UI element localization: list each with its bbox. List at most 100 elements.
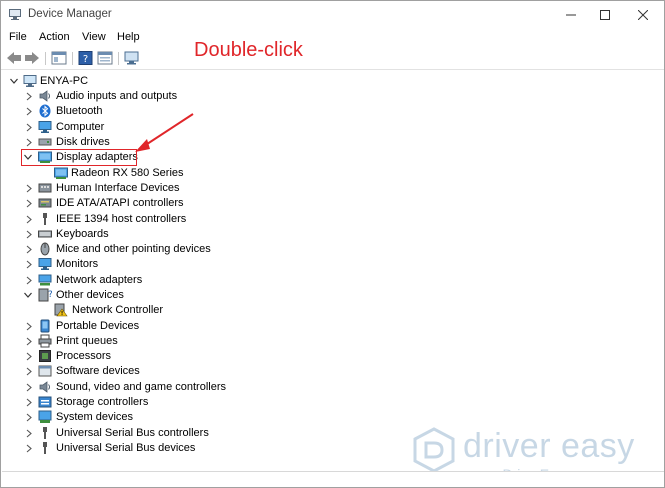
category-network-adapters[interactable]: Network adapters [1, 273, 301, 288]
category-label: Other devices [56, 289, 124, 301]
chevron-right-icon[interactable] [24, 257, 34, 272]
chevron-right-icon[interactable] [24, 319, 34, 334]
category-label: System devices [56, 411, 134, 423]
chevron-right-icon[interactable] [24, 242, 34, 257]
chevron-right-icon[interactable] [24, 135, 34, 150]
menu-help[interactable]: Help [117, 31, 140, 43]
processor-icon [39, 350, 51, 362]
scan-hardware-icon[interactable] [124, 51, 140, 65]
driver-easy-logo-icon [413, 427, 455, 473]
menu-action[interactable]: Action [39, 31, 70, 43]
menu-view[interactable]: View [82, 31, 106, 43]
category-label: Storage controllers [56, 396, 149, 408]
category-label: Portable Devices [56, 320, 140, 332]
device-network-controller[interactable]: Network Controller [1, 303, 301, 318]
chevron-right-icon[interactable] [24, 273, 34, 288]
status-bar [2, 471, 664, 487]
chevron-right-icon[interactable] [24, 410, 34, 425]
category-ide-ata-atapi-controllers[interactable]: IDE ATA/ATAPI controllers [1, 196, 301, 211]
forward-arrow-icon[interactable] [24, 51, 40, 65]
software-device-icon [38, 365, 52, 377]
chevron-right-icon[interactable] [24, 426, 34, 441]
close-icon [638, 10, 648, 20]
minimize-icon [566, 14, 576, 16]
category-universal-serial-bus-devices[interactable]: Universal Serial Bus devices [1, 441, 301, 456]
minimize-button[interactable] [554, 1, 588, 29]
chevron-right-icon[interactable] [24, 441, 34, 456]
menu-file[interactable]: File [9, 31, 27, 43]
chevron-right-icon[interactable] [24, 227, 34, 242]
category-label: Keyboards [56, 228, 109, 240]
chevron-right-icon[interactable] [24, 380, 34, 395]
chevron-down-icon[interactable] [23, 288, 33, 303]
category-sound-video-and-game-controllers[interactable]: Sound, video and game controllers [1, 380, 301, 395]
close-button[interactable] [626, 1, 660, 29]
help-icon[interactable]: ? [78, 51, 94, 65]
back-arrow-icon[interactable] [6, 51, 22, 65]
maximize-button[interactable] [588, 1, 622, 29]
display-adapter-icon [54, 167, 68, 179]
maximize-icon [600, 10, 610, 20]
category-label: Software devices [56, 365, 140, 377]
device-radeon-rx-580-series[interactable]: Radeon RX 580 Series [1, 166, 301, 181]
chevron-right-icon[interactable] [24, 212, 34, 227]
category-system-devices[interactable]: System devices [1, 410, 301, 425]
category-monitors[interactable]: Monitors [1, 257, 301, 272]
properties-icon[interactable] [97, 51, 113, 65]
device-tree: ENYA-PC Audio inputs and outputs Bluetoo… [1, 71, 664, 471]
annotation-text: Double-click [194, 39, 303, 61]
chevron-right-icon[interactable] [24, 196, 34, 211]
category-label: Network adapters [56, 274, 143, 286]
mouse-icon [40, 242, 50, 256]
menu-bar: File Action View Help [1, 29, 664, 47]
tree-root[interactable]: ENYA-PC [1, 74, 301, 89]
chevron-down-icon[interactable] [9, 74, 19, 89]
category-mice-and-other-pointing-devices[interactable]: Mice and other pointing devices [1, 242, 301, 257]
category-software-devices[interactable]: Software devices [1, 364, 301, 379]
toolbar-separator [45, 52, 46, 65]
toolbar: ? [1, 48, 664, 70]
chevron-right-icon[interactable] [24, 349, 34, 364]
category-label: Print queues [56, 335, 118, 347]
printer-icon [38, 334, 52, 348]
category-audio-inputs-and-outputs[interactable]: Audio inputs and outputs [1, 89, 301, 104]
category-portable-devices[interactable]: Portable Devices [1, 319, 301, 334]
monitor-icon [38, 121, 52, 133]
storage-controller-icon [38, 396, 52, 408]
category-other-devices[interactable]: ? Other devices [1, 288, 301, 303]
category-keyboards[interactable]: Keyboards [1, 227, 301, 242]
chevron-right-icon[interactable] [24, 395, 34, 410]
category-universal-serial-bus-controllers[interactable]: Universal Serial Bus controllers [1, 426, 301, 441]
console-tree-icon[interactable] [51, 51, 67, 65]
speaker-icon [39, 381, 50, 393]
warning-device-icon [54, 303, 68, 317]
category-label: Computer [56, 121, 105, 133]
highlight-box [21, 149, 137, 166]
window-title: Device Manager [28, 8, 112, 20]
speaker-icon [39, 90, 50, 102]
svg-text:?: ? [83, 54, 88, 65]
category-processors[interactable]: Processors [1, 349, 301, 364]
chevron-right-icon[interactable] [24, 120, 34, 135]
category-storage-controllers[interactable]: Storage controllers [1, 395, 301, 410]
device-manager-window: Device Manager File Action View Help ? E… [0, 0, 665, 488]
computer-name: ENYA-PC [40, 75, 89, 87]
chevron-right-icon[interactable] [24, 89, 34, 104]
category-human-interface-devices[interactable]: Human Interface Devices [1, 181, 301, 196]
chevron-right-icon[interactable] [24, 334, 34, 349]
category-label: Monitors [56, 258, 99, 270]
chevron-right-icon[interactable] [24, 364, 34, 379]
category-label: Human Interface Devices [56, 182, 180, 194]
chevron-right-icon[interactable] [24, 104, 34, 119]
device-label: Network Controller [72, 304, 164, 316]
category-print-queues[interactable]: Print queues [1, 334, 301, 349]
title-bar[interactable]: Device Manager [1, 1, 664, 29]
annotation-arrow [135, 113, 194, 152]
device-manager-icon [9, 9, 21, 20]
system-device-icon [38, 410, 52, 423]
keyboard-icon [38, 230, 52, 238]
hid-icon [38, 183, 52, 193]
ieee1394-icon [43, 213, 47, 225]
category-ieee-1394-host-controllers[interactable]: IEEE 1394 host controllers [1, 212, 301, 227]
chevron-right-icon[interactable] [24, 181, 34, 196]
